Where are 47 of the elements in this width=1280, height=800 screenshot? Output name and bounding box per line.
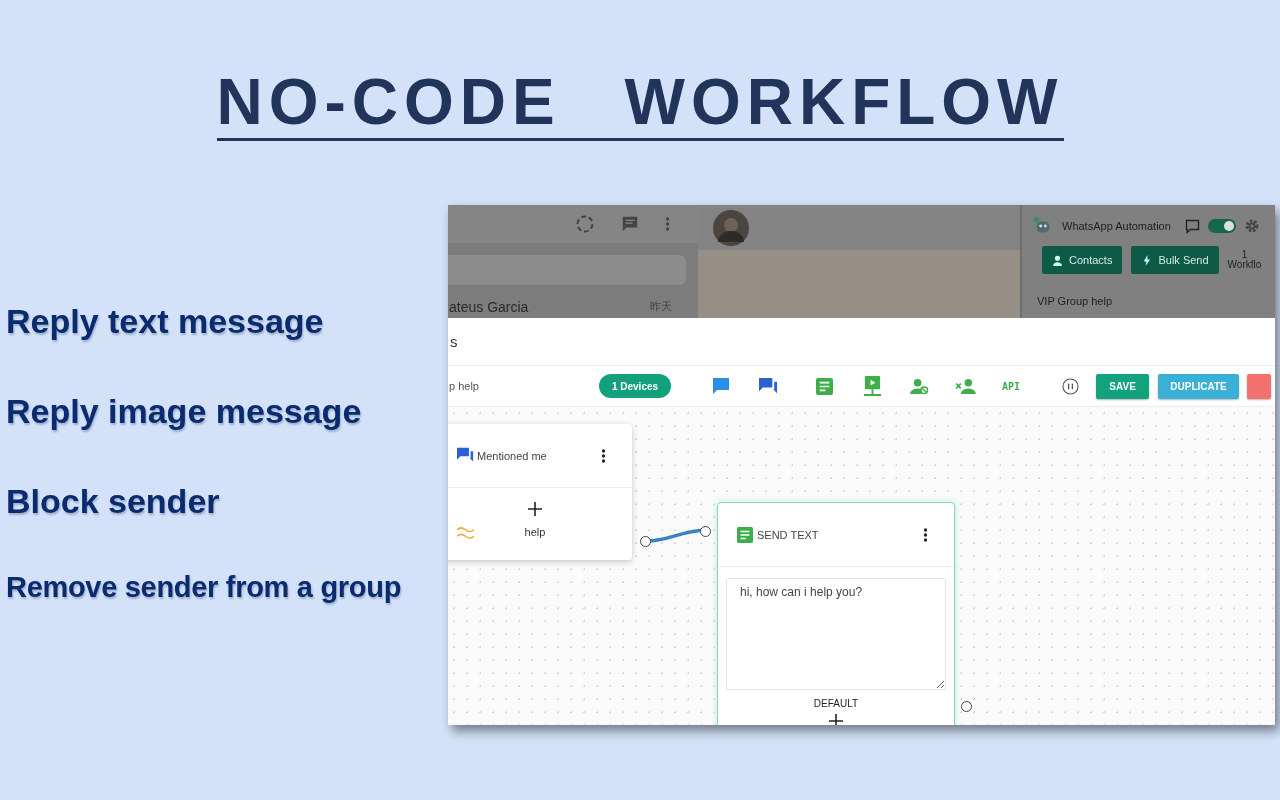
remove-user-icon[interactable] bbox=[955, 378, 976, 394]
feature-text: Block sender bbox=[6, 481, 221, 521]
delete-button[interactable] bbox=[1247, 373, 1272, 399]
refresh-icon[interactable] bbox=[575, 214, 595, 234]
action-node[interactable]: SEND TEXT hi, how can i help you? DEFAULT bbox=[717, 502, 955, 725]
feature-text: Reply text message bbox=[6, 301, 325, 341]
message-field[interactable]: hi, how can i help you? bbox=[726, 578, 946, 690]
action-button[interactable]: Bulk Send bbox=[1131, 246, 1219, 274]
node-port[interactable] bbox=[640, 536, 651, 547]
feedback-icon[interactable] bbox=[1184, 218, 1200, 234]
avatar bbox=[713, 209, 749, 246]
node-port[interactable] bbox=[700, 526, 711, 537]
node-title: SEND TEXT bbox=[757, 528, 820, 541]
workflow-count: 1 bbox=[1241, 250, 1248, 260]
extension-title: WhatsApp Automation bbox=[1062, 220, 1171, 232]
plus-icon[interactable] bbox=[528, 502, 542, 516]
trigger-node[interactable]: Mentioned me help bbox=[448, 424, 632, 560]
feature-text: Reply image message bbox=[6, 391, 363, 431]
editor-title: s bbox=[449, 332, 459, 352]
person-icon bbox=[1052, 254, 1063, 266]
approx-icon bbox=[456, 526, 475, 539]
document-icon bbox=[737, 526, 753, 543]
node-port[interactable] bbox=[961, 701, 972, 712]
toggle-switch[interactable] bbox=[1207, 219, 1236, 233]
messages-icon[interactable] bbox=[758, 376, 779, 396]
chat-name[interactable]: ateus Garcia bbox=[449, 299, 529, 315]
workflow-label: Workflo bbox=[1227, 260, 1262, 270]
output-label: DEFAULT bbox=[813, 698, 859, 709]
keyword: help bbox=[524, 526, 546, 538]
headline: NO-CODE WORKFLOW bbox=[216, 68, 1064, 141]
feature-text: Remove sender from a group bbox=[6, 570, 403, 605]
document-icon[interactable] bbox=[816, 377, 833, 395]
chat-icon[interactable] bbox=[621, 215, 639, 233]
workflow-name: p help bbox=[449, 380, 480, 392]
settings-icon[interactable] bbox=[1243, 218, 1260, 234]
video-icon[interactable] bbox=[863, 375, 882, 397]
plus-icon[interactable] bbox=[829, 714, 843, 725]
action-button[interactable]: Contacts bbox=[1042, 246, 1123, 274]
message-icon[interactable] bbox=[711, 376, 731, 396]
search-field[interactable] bbox=[448, 255, 686, 285]
block-user-icon[interactable] bbox=[910, 377, 929, 395]
more-icon[interactable] bbox=[923, 526, 928, 543]
messages-icon bbox=[456, 447, 475, 464]
more-icon[interactable] bbox=[601, 447, 606, 464]
pause-icon[interactable] bbox=[1062, 377, 1080, 395]
node-title: Mentioned me bbox=[477, 449, 548, 462]
group-name: VIP Group help bbox=[1037, 295, 1113, 307]
